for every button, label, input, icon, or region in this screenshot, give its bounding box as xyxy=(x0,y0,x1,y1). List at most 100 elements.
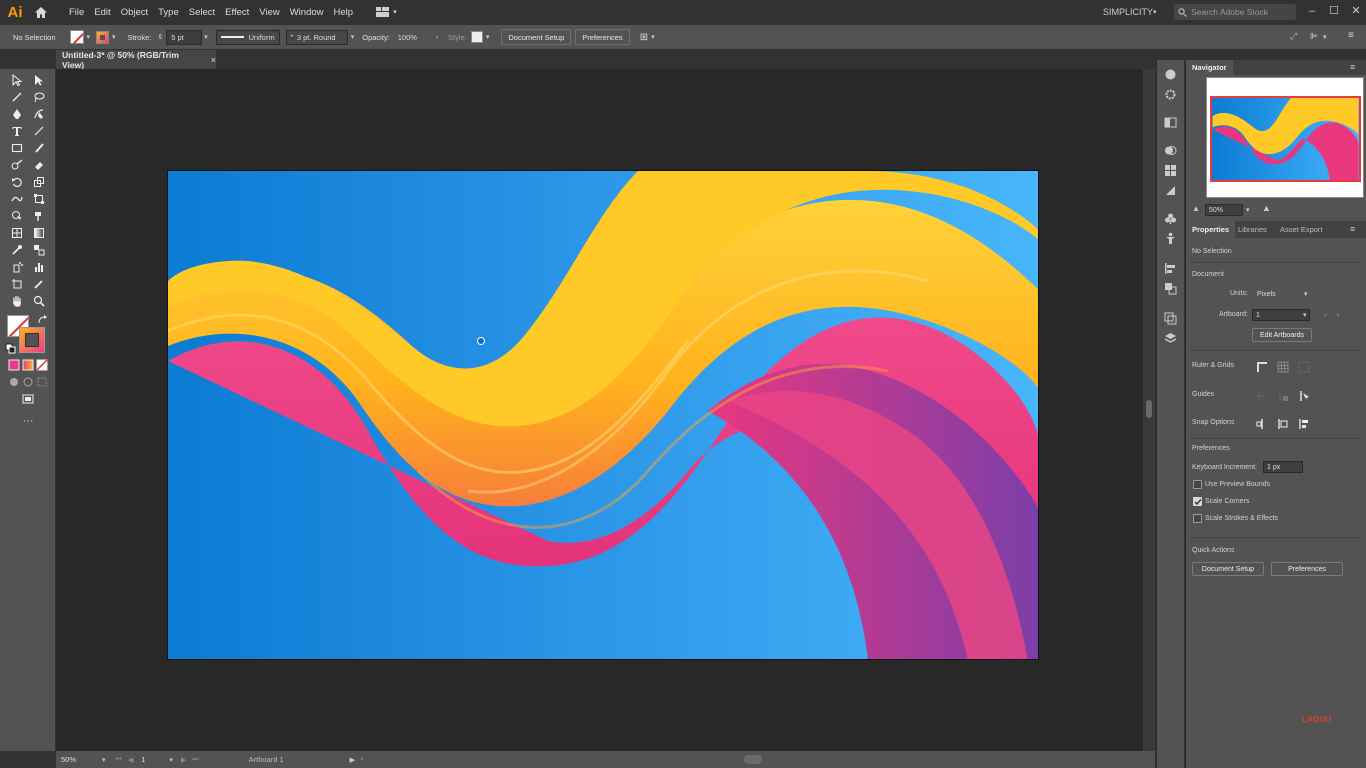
chevron-down-icon[interactable]: ▾ xyxy=(1304,290,1308,298)
swatches-icon[interactable] xyxy=(1164,164,1177,177)
navigator-zoom-field[interactable]: 50% xyxy=(1205,204,1243,216)
puppet-icon[interactable] xyxy=(1164,232,1177,245)
navigator-thumbnail[interactable] xyxy=(1210,96,1361,182)
arrange-documents-icon[interactable]: ⊞ xyxy=(640,32,648,43)
artboard-tool-icon[interactable] xyxy=(10,277,24,291)
horizontal-scroll-thumb[interactable] xyxy=(744,755,762,764)
color-mode-icon[interactable] xyxy=(7,358,21,372)
units-dropdown[interactable]: Pixels xyxy=(1254,288,1310,300)
vertical-scrollbar[interactable] xyxy=(1143,69,1155,751)
rectangle-tool-icon[interactable] xyxy=(10,141,24,155)
maximize-button[interactable]: ☐ xyxy=(1328,6,1340,18)
rotate-tool-icon[interactable] xyxy=(10,175,24,189)
chevron-down-icon[interactable]: ▾ xyxy=(1303,311,1307,319)
snap-to-pixel-icon[interactable] xyxy=(1277,418,1289,430)
scale-strokes-checkbox[interactable] xyxy=(1193,514,1202,523)
hand-tool-icon[interactable] xyxy=(10,294,24,308)
first-artboard-icon[interactable]: ⏮ xyxy=(116,756,122,764)
direct-selection-tool-icon[interactable] xyxy=(32,73,46,87)
menu-select[interactable]: Select xyxy=(184,7,220,18)
swap-fill-stroke-icon[interactable] xyxy=(36,313,50,327)
appearance-icon[interactable] xyxy=(1164,68,1177,81)
zoom-tool-icon[interactable] xyxy=(32,294,46,308)
eyedropper-tool-icon[interactable] xyxy=(10,243,24,257)
tab-libraries[interactable]: Libraries xyxy=(1232,221,1273,238)
chevron-down-icon[interactable]: ▾ xyxy=(1246,206,1250,214)
previous-artboard-icon[interactable]: ◀ xyxy=(128,756,133,764)
opacity-field[interactable]: 100% xyxy=(393,29,434,45)
workspace-dropdown[interactable]: SIMPLICITY xyxy=(1103,7,1153,17)
paintbrush-tool-icon[interactable] xyxy=(32,141,46,155)
menu-edit[interactable]: Edit xyxy=(89,7,115,18)
pathfinder-icon[interactable] xyxy=(1164,282,1177,295)
type-tool-icon[interactable] xyxy=(10,124,24,138)
zoom-in-icon[interactable]: ▲ xyxy=(1262,203,1271,213)
chevron-right-icon[interactable]: › xyxy=(436,34,438,41)
stroke-weight-field[interactable]: 5 pt xyxy=(166,29,203,45)
zoom-level[interactable]: 50% xyxy=(61,755,76,764)
next-artboard-icon[interactable]: ▸ xyxy=(1337,311,1341,319)
close-tab-icon[interactable]: × xyxy=(211,55,216,65)
warp-tool-icon[interactable] xyxy=(10,192,24,206)
menu-window[interactable]: Window xyxy=(285,7,329,18)
gradient-tool-icon[interactable] xyxy=(32,226,46,240)
color-guide-icon[interactable] xyxy=(1164,88,1177,101)
previous-artboard-icon[interactable]: ◂ xyxy=(1323,311,1327,319)
align-panel-icon[interactable] xyxy=(1164,262,1177,275)
shaper-tool-icon[interactable] xyxy=(10,158,24,172)
smart-guides-icon[interactable] xyxy=(1298,390,1310,402)
panel-menu-icon[interactable]: ≡ xyxy=(1350,62,1355,72)
chevron-down-icon[interactable]: ▾ xyxy=(112,33,116,41)
chevron-down-icon[interactable]: ▾ xyxy=(1323,33,1327,41)
use-preview-bounds-checkbox[interactable] xyxy=(1193,480,1202,489)
chevron-left-icon[interactable]: ‹ xyxy=(361,756,363,763)
ruler-icon[interactable] xyxy=(1256,361,1268,373)
vertical-scroll-thumb[interactable] xyxy=(1146,400,1152,418)
column-graph-tool-icon[interactable] xyxy=(32,260,46,274)
menu-help[interactable]: Help xyxy=(329,7,359,18)
panel-menu-icon[interactable]: ≡ xyxy=(1348,30,1354,41)
scale-corners-checkbox[interactable] xyxy=(1193,497,1202,506)
grid-icon[interactable] xyxy=(1277,361,1289,373)
brush-dropdown[interactable]: • 3 pt. Round xyxy=(285,29,348,45)
artboards-panel-icon[interactable] xyxy=(1164,312,1177,325)
document-setup-button[interactable]: Document Setup xyxy=(501,29,572,45)
align-icon[interactable]: ⊫ xyxy=(1310,31,1318,42)
draw-inside-icon[interactable] xyxy=(35,375,49,389)
snap-to-point-icon[interactable] xyxy=(1256,418,1268,430)
preferences-button[interactable]: Preferences xyxy=(575,29,630,45)
menu-type[interactable]: Type xyxy=(153,7,184,18)
quick-document-setup-button[interactable]: Document Setup xyxy=(1192,562,1264,576)
draw-behind-icon[interactable] xyxy=(21,375,35,389)
edit-artboards-button[interactable]: Edit Artboards xyxy=(1252,328,1312,342)
minimize-button[interactable]: – xyxy=(1306,6,1318,18)
symbols-icon[interactable] xyxy=(1164,212,1177,225)
transform-icon[interactable]: ⤢ xyxy=(1290,31,1297,42)
chevron-down-icon[interactable]: ▾ xyxy=(169,756,173,764)
pen-tool-icon[interactable] xyxy=(10,107,24,121)
gradient-panel-icon[interactable] xyxy=(1164,116,1177,129)
chevron-down-icon[interactable]: ▾ xyxy=(351,33,355,41)
eraser-tool-icon[interactable] xyxy=(32,158,46,172)
magic-wand-tool-icon[interactable] xyxy=(10,90,24,104)
next-artboard-icon[interactable]: ▶ xyxy=(181,756,186,764)
artboard-number[interactable]: 1 xyxy=(141,755,145,764)
chevron-right-icon[interactable]: ▶ xyxy=(350,756,355,764)
artboard-1[interactable] xyxy=(167,170,1039,660)
scale-tool-icon[interactable] xyxy=(32,175,46,189)
quick-preferences-button[interactable]: Preferences xyxy=(1271,562,1343,576)
stroke-swatch[interactable] xyxy=(96,30,110,44)
snap-to-glyph-icon[interactable] xyxy=(1298,418,1310,430)
symbol-sprayer-tool-icon[interactable] xyxy=(10,260,24,274)
workspace-switcher-icon[interactable]: ▾ xyxy=(376,7,397,17)
stepper-icon[interactable]: ⇕ xyxy=(157,33,163,41)
chevron-down-icon[interactable]: ▾ xyxy=(204,33,208,41)
search-stock-input[interactable]: Search Adobe Stock xyxy=(1174,4,1296,20)
shape-builder-tool-icon[interactable] xyxy=(10,209,24,223)
menu-view[interactable]: View xyxy=(254,7,284,18)
navigator-preview[interactable] xyxy=(1206,77,1364,198)
stroke-panel-icon[interactable] xyxy=(1164,184,1177,197)
home-icon[interactable] xyxy=(34,4,50,20)
chevron-down-icon[interactable]: ▾ xyxy=(1153,8,1157,16)
show-guides-icon[interactable] xyxy=(1256,390,1268,402)
